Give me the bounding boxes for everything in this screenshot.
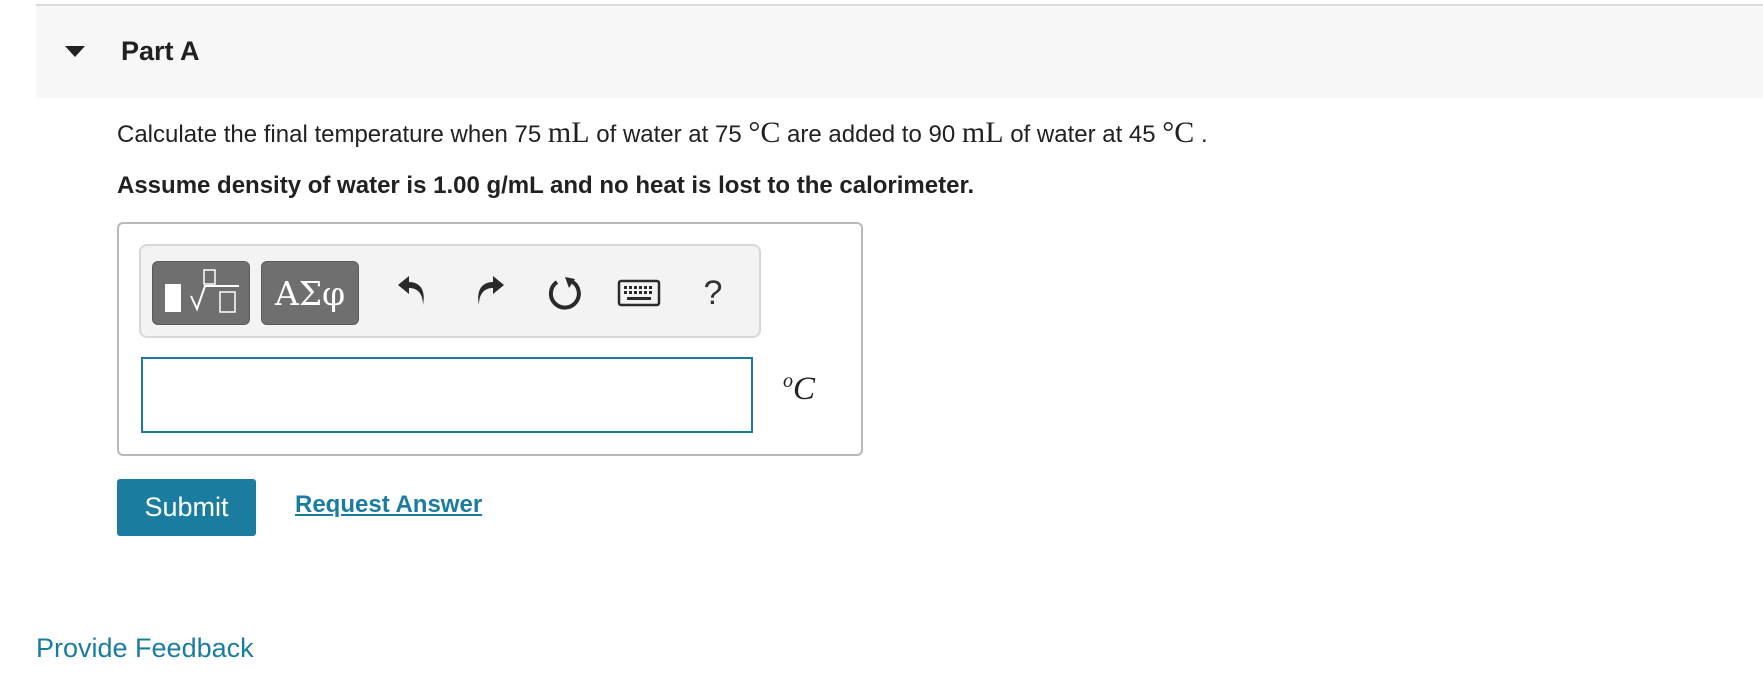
part-title: Part A bbox=[121, 36, 200, 66]
request-answer-link[interactable]: Request Answer bbox=[295, 491, 482, 519]
math-unit: °C bbox=[1162, 116, 1195, 149]
greek-symbols-button[interactable]: ΑΣφ bbox=[261, 261, 359, 325]
help-icon: ? bbox=[703, 273, 723, 312]
reset-icon bbox=[548, 277, 581, 310]
assumption-text: Assume density of water is 1.00 g/mL and… bbox=[117, 172, 975, 199]
keyboard-icon bbox=[617, 279, 661, 307]
math-toolbar: ΑΣφ ? bbox=[139, 244, 761, 338]
question-text: Calculate the final temperature when 75 … bbox=[117, 116, 1208, 149]
answer-input[interactable] bbox=[141, 357, 753, 433]
templates-button[interactable] bbox=[152, 261, 250, 325]
help-button[interactable]: ? bbox=[685, 266, 741, 320]
redo-button[interactable] bbox=[461, 266, 517, 320]
undo-button[interactable] bbox=[385, 266, 441, 320]
math-unit: mL bbox=[547, 116, 590, 149]
math-unit: mL bbox=[961, 116, 1004, 149]
provide-feedback-link[interactable]: Provide Feedback bbox=[36, 633, 254, 664]
keyboard-button[interactable] bbox=[611, 266, 667, 320]
math-unit: °C bbox=[748, 116, 781, 149]
redo-icon bbox=[478, 276, 504, 305]
undo-icon bbox=[398, 276, 424, 305]
greek-symbols-label: ΑΣφ bbox=[274, 274, 346, 313]
submit-button[interactable]: Submit bbox=[117, 479, 256, 536]
collapse-caret-icon[interactable] bbox=[65, 46, 85, 57]
part-header[interactable] bbox=[36, 6, 1763, 98]
reset-button[interactable] bbox=[537, 266, 593, 320]
templates-icon bbox=[165, 269, 239, 313]
answer-unit: oC bbox=[783, 370, 816, 407]
